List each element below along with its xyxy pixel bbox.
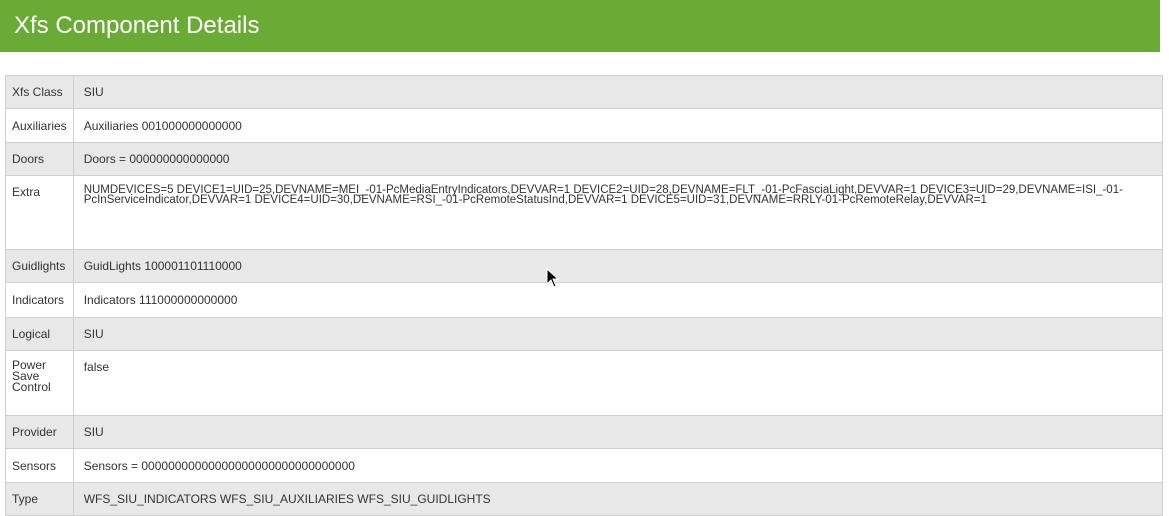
row-key-power-save-control: Power Save Control [5, 350, 74, 416]
row-value-extra: NUMDEVICES=5 DEVICE1=UID=25,DEVNAME=MEI_… [72, 175, 1164, 250]
page-header: Xfs Component Details [0, 0, 1160, 52]
page-title: Xfs Component Details [14, 12, 260, 39]
row-key-logical: Logical [5, 317, 74, 351]
row-value-sensors: Sensors = 000000000000000000000000000000… [72, 448, 1164, 483]
row-value-guidlights: GuidLights 100001101110000 [72, 249, 1164, 283]
table-row: Doors Doors = 000000000000000 [5, 142, 1164, 176]
row-key-sensors: Sensors [5, 448, 74, 483]
table-row: Indicators Indicators 111000000000000 [5, 282, 1164, 318]
table-row: Guidlights GuidLights 100001101110000 [5, 249, 1164, 283]
table-row: Type WFS_SIU_INDICATORS WFS_SIU_AUXILIAR… [5, 482, 1164, 516]
table-row: Provider SIU [5, 415, 1164, 449]
power-save-value: false [83, 360, 110, 374]
row-key-doors: Doors [5, 142, 74, 176]
row-key-provider: Provider [5, 415, 74, 449]
row-key-guidlights: Guidlights [5, 249, 74, 283]
row-key-auxiliaries: Auxiliaries [5, 108, 74, 143]
row-value-type: WFS_SIU_INDICATORS WFS_SIU_AUXILIARIES W… [72, 482, 1164, 516]
mouse-pointer-icon [546, 268, 560, 288]
row-key-type: Type [5, 482, 74, 516]
row-value-indicators: Indicators 111000000000000 [72, 282, 1164, 318]
table-row: Extra NUMDEVICES=5 DEVICE1=UID=25,DEVNAM… [5, 175, 1164, 250]
table-row: Xfs Class SIU [5, 75, 1164, 109]
row-key-indicators: Indicators [5, 282, 74, 318]
table-row: Auxiliaries Auxiliaries 001000000000000 [5, 108, 1164, 143]
row-key-xfs-class: Xfs Class [5, 75, 74, 109]
row-value-xfs-class: SIU [72, 75, 1164, 109]
row-value-doors: Doors = 000000000000000 [72, 142, 1164, 176]
power-save-label: Power Save Control [12, 358, 51, 394]
extra-text: NUMDEVICES=5 DEVICE1=UID=25,DEVNAME=MEI_… [83, 184, 1123, 206]
row-value-provider: SIU [72, 415, 1164, 449]
table-row: Power Save Control false [5, 350, 1164, 416]
row-value-logical: SIU [72, 317, 1164, 351]
row-value-auxiliaries: Auxiliaries 001000000000000 [72, 108, 1164, 143]
table-row: Logical SIU [5, 317, 1164, 351]
component-details-table: Xfs Class SIU Auxiliaries Auxiliaries 00… [5, 75, 1164, 516]
table-row: Sensors Sensors = 0000000000000000000000… [5, 448, 1164, 483]
row-key-extra: Extra [5, 175, 74, 250]
row-value-power-save-control: false [72, 350, 1164, 416]
